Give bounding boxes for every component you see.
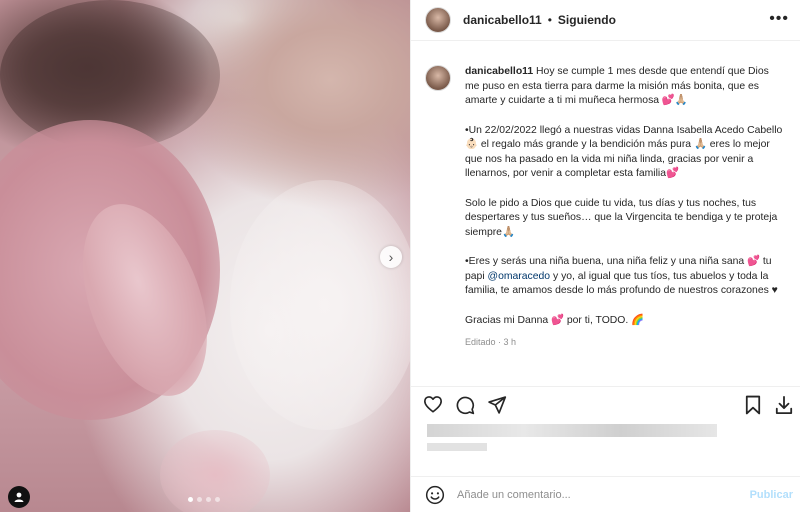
likes-summary bbox=[427, 424, 717, 451]
mention-link[interactable]: @omaracedo bbox=[488, 271, 551, 282]
more-options-icon[interactable]: ••• bbox=[769, 10, 789, 28]
carousel-next-button[interactable]: › bbox=[380, 246, 402, 268]
action-bar bbox=[411, 386, 800, 421]
chevron-right-icon: › bbox=[388, 249, 394, 265]
comments-area[interactable]: danicabello11 Hoy se cumple 1 mes desde … bbox=[411, 41, 800, 386]
carousel-dots bbox=[188, 497, 220, 502]
separator: • bbox=[547, 13, 552, 27]
caption-body: danicabello11 Hoy se cumple 1 mes desde … bbox=[465, 65, 785, 350]
bookmark-icon[interactable] bbox=[745, 395, 761, 415]
carousel-dot bbox=[215, 497, 220, 502]
caption-paragraph: danicabello11 Hoy se cumple 1 mes desde … bbox=[465, 65, 785, 109]
pixelated-likes bbox=[427, 424, 717, 437]
follow-status-button[interactable]: Siguiendo bbox=[558, 13, 616, 27]
photo-shape bbox=[230, 180, 410, 430]
edited-timestamp: Editado · 3 h bbox=[465, 337, 517, 347]
user-icon bbox=[14, 492, 24, 502]
emoji-icon[interactable] bbox=[425, 485, 445, 505]
carousel-dot bbox=[188, 497, 193, 502]
avatar[interactable] bbox=[425, 7, 451, 33]
carousel-dot bbox=[197, 497, 202, 502]
comment-icon[interactable] bbox=[455, 395, 475, 415]
comment-input[interactable]: Añade un comentario... bbox=[457, 489, 571, 501]
publish-button[interactable]: Publicar bbox=[750, 489, 793, 501]
add-comment-bar: Añade un comentario... Publicar bbox=[411, 476, 800, 513]
caption-paragraph: •Un 22/02/2022 llegó a nuestras vidas Da… bbox=[465, 124, 783, 180]
caption: danicabello11 Hoy se cumple 1 mes desde … bbox=[411, 41, 800, 350]
avatar[interactable] bbox=[425, 65, 451, 91]
post-photo[interactable]: › bbox=[0, 0, 410, 512]
post-panel: danicabello11 • Siguiendo ••• danicabell… bbox=[410, 0, 800, 512]
share-icon[interactable] bbox=[487, 395, 507, 415]
tagged-user-button[interactable] bbox=[8, 486, 30, 508]
heart-icon[interactable] bbox=[423, 395, 443, 413]
caption-paragraph: Gracias mi Danna 💕 por ti, TODO. 🌈 bbox=[465, 314, 645, 326]
post-header: danicabello11 • Siguiendo ••• bbox=[411, 0, 800, 41]
caption-paragraph: Solo le pido a Dios que cuide tu vida, t… bbox=[465, 197, 778, 238]
carousel-dot bbox=[206, 497, 211, 502]
caption-username[interactable]: danicabello11 bbox=[465, 66, 533, 77]
pixelated-date bbox=[427, 443, 487, 451]
caption-paragraph: •Eres y serás una niña buena, una niña f… bbox=[465, 255, 785, 299]
username-link[interactable]: danicabello11 bbox=[463, 13, 542, 27]
download-icon[interactable] bbox=[775, 395, 793, 415]
